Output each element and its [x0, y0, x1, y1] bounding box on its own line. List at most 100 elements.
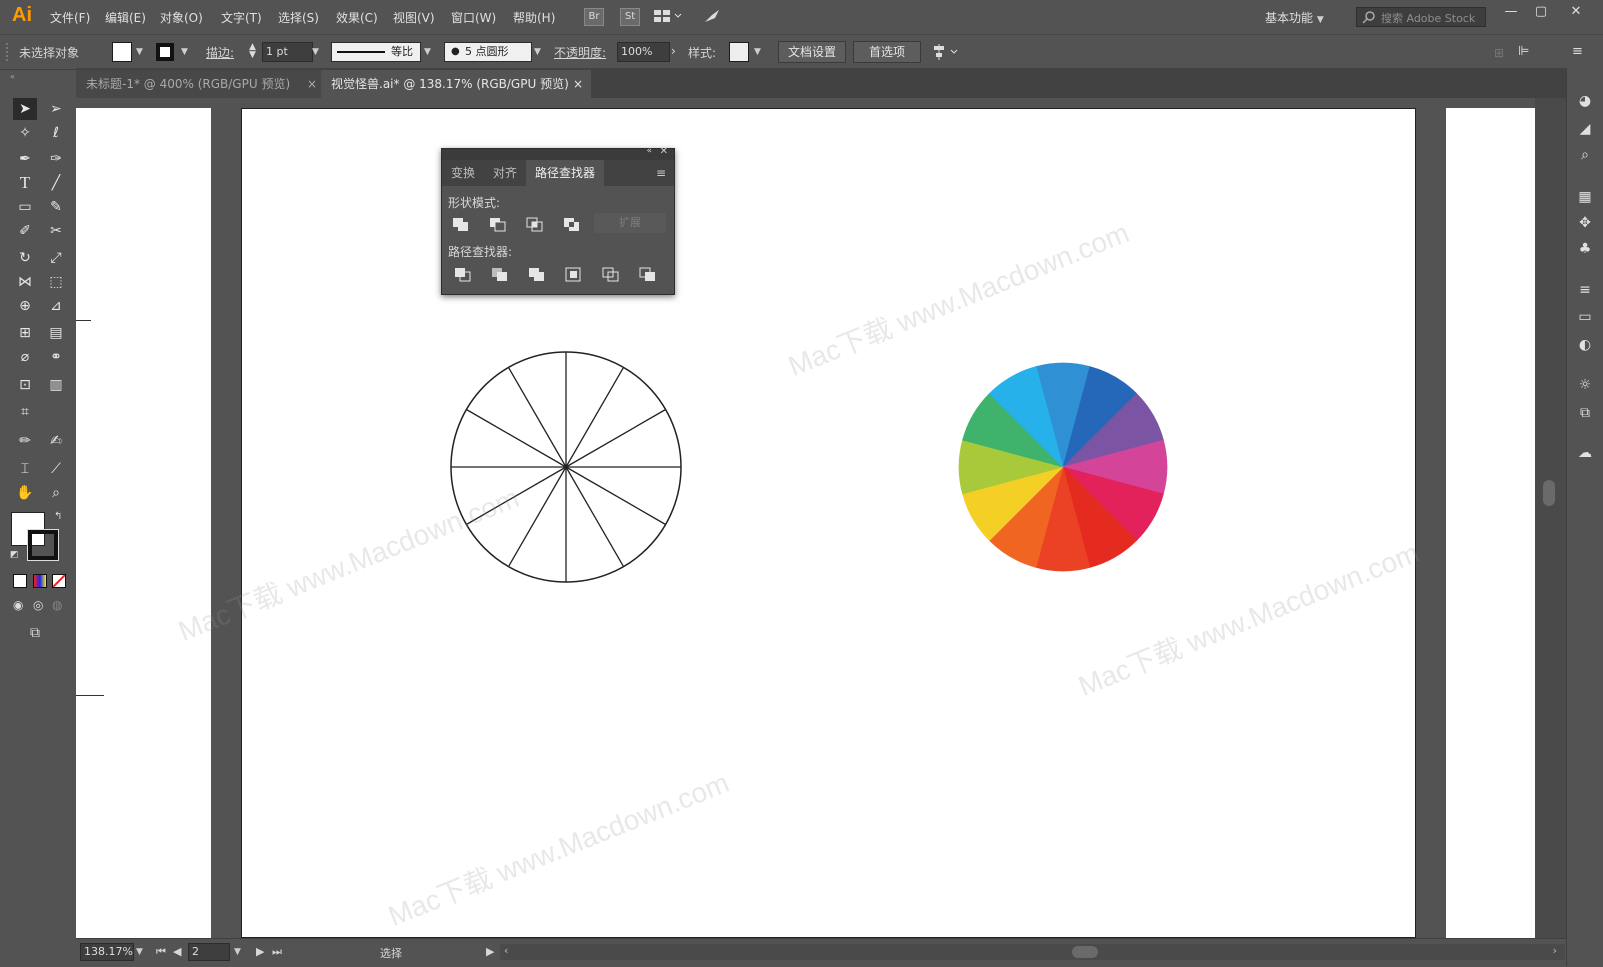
stroke-color-swatch[interactable] — [27, 529, 59, 561]
divide-icon[interactable] — [454, 267, 472, 283]
minimize-button[interactable]: — — [1498, 4, 1524, 22]
opacity-label[interactable]: 不透明度: — [554, 44, 606, 61]
scroll-left-icon[interactable]: ‹ — [504, 944, 508, 957]
outline-spoke[interactable] — [507, 466, 567, 567]
chevron-down-icon[interactable]: ▼ — [312, 47, 319, 57]
panel-header[interactable]: « ✕ — [442, 146, 674, 160]
scale-tool-icon[interactable]: ⤢ — [44, 247, 68, 269]
outline-spoke[interactable] — [507, 367, 567, 468]
menu-file[interactable]: 文件(F) — [50, 9, 90, 26]
brushes-icon[interactable]: ✥ — [1576, 214, 1594, 232]
artboard-right[interactable] — [1446, 108, 1535, 938]
grip-icon[interactable] — [6, 43, 12, 61]
canvas-area[interactable]: Mac下载 www.Macdown.com Mac下载 www.Macdown.… — [76, 98, 1535, 938]
direct-selection-tool-icon[interactable]: ➢ — [44, 98, 68, 120]
next-artboard-icon[interactable]: ▶ — [256, 945, 264, 958]
close-tab-icon[interactable]: × — [573, 70, 583, 98]
document-setup-button[interactable]: 文档设置 — [778, 41, 846, 63]
outline-spoke[interactable] — [565, 408, 666, 468]
curvature-tool-icon[interactable]: ✑ — [44, 148, 68, 170]
eraser-feather-icon[interactable]: ✍ — [44, 430, 68, 452]
crop-icon[interactable] — [565, 267, 583, 283]
menu-effect[interactable]: 效果(C) — [336, 9, 378, 26]
graphic-style-swatch[interactable] — [729, 42, 749, 62]
screen-mode-icon[interactable]: ⧉ — [30, 625, 40, 641]
stepper-icon[interactable]: ▲ ▼ — [249, 43, 256, 60]
transform-icon[interactable]: ⊞ — [1494, 46, 1504, 60]
align-icon[interactable]: ⊫ — [1518, 44, 1529, 59]
pencil-tool-icon[interactable]: ✏ — [13, 430, 37, 452]
stroke-weight-input[interactable]: 1 pt — [262, 42, 313, 62]
unite-icon[interactable] — [452, 217, 470, 233]
gpu-performance-icon[interactable] — [703, 8, 721, 27]
artboard-left[interactable] — [76, 108, 211, 938]
draw-behind-icon[interactable]: ◎ — [33, 598, 43, 612]
color-guide-icon[interactable]: ◕ — [1576, 92, 1594, 110]
graphic-styles-icon[interactable]: ⧉ — [1576, 404, 1594, 422]
first-artboard-icon[interactable]: ⏮ — [156, 945, 166, 959]
rectangle-tool-icon[interactable]: ▭ — [13, 196, 37, 218]
tab-align[interactable]: 对齐 — [484, 160, 526, 186]
chevron-down-icon[interactable]: ▼ — [136, 947, 143, 957]
menu-select[interactable]: 选择(S) — [278, 9, 319, 26]
scroll-thumb[interactable] — [1543, 480, 1555, 506]
draw-normal-icon[interactable]: ◉ — [13, 598, 23, 612]
stroke-swatch[interactable] — [156, 43, 174, 61]
none-mode-icon[interactable] — [52, 574, 66, 588]
minus-front-icon[interactable] — [489, 217, 507, 233]
tab-transform[interactable]: 变换 — [442, 160, 484, 186]
tab-pathfinder[interactable]: 路径查找器 — [526, 160, 605, 186]
magic-wand-icon[interactable]: ✧ — [13, 122, 37, 144]
outline-icon[interactable] — [602, 267, 620, 283]
stock-search-input[interactable]: 搜索 Adobe Stock — [1356, 7, 1486, 27]
outline-spoke[interactable] — [466, 408, 567, 468]
menu-edit[interactable]: 编辑(E) — [105, 9, 146, 26]
outline-spoke[interactable] — [565, 466, 666, 526]
chevron-down-icon[interactable]: ▼ — [136, 47, 143, 57]
last-artboard-icon[interactable]: ⏭ — [272, 945, 282, 959]
close-tab-icon[interactable]: × — [307, 70, 317, 98]
mesh-tool-icon[interactable]: ⊞ — [13, 322, 37, 344]
line-tool-icon[interactable]: ╱ — [44, 172, 68, 194]
paintbrush-icon[interactable]: ✎ — [44, 196, 68, 218]
brush-definition[interactable]: ● 5 点圆形 — [444, 42, 532, 62]
outline-spoke[interactable] — [565, 367, 625, 468]
variable-width-profile[interactable]: 等比 — [331, 42, 421, 62]
menu-object[interactable]: 对象(O) — [160, 9, 203, 26]
previous-artboard-icon[interactable]: ◀ — [173, 945, 181, 958]
transparency-icon[interactable]: ◐ — [1576, 336, 1594, 354]
artboard-number-input[interactable]: 2 — [188, 943, 230, 961]
exclude-icon[interactable] — [563, 217, 581, 233]
panel-menu-icon[interactable]: ≡ — [1572, 44, 1583, 59]
collapse-panel-icon[interactable]: « — [646, 146, 652, 156]
align-options-icon[interactable] — [932, 43, 962, 64]
close-panel-icon[interactable]: ✕ — [660, 146, 668, 157]
swatches-icon[interactable]: ▦ — [1576, 188, 1594, 206]
scroll-thumb[interactable] — [1072, 946, 1098, 958]
merge-icon[interactable] — [528, 267, 546, 283]
default-colors-icon[interactable]: ◩ — [10, 550, 19, 560]
slice-tool-icon[interactable]: ⌶ — [13, 458, 37, 480]
maximize-button[interactable]: ▢ — [1528, 4, 1554, 22]
bridge-button[interactable]: Br — [584, 8, 604, 26]
status-menu-icon[interactable]: ▶ — [486, 945, 494, 958]
minus-back-icon[interactable] — [639, 267, 657, 283]
chevron-down-icon[interactable]: ▼ — [754, 47, 761, 57]
color-wheel[interactable] — [955, 359, 1171, 575]
menu-window[interactable]: 窗口(W) — [451, 9, 496, 26]
gradient-tool-icon[interactable]: ▤ — [44, 322, 68, 344]
blend-tool-icon[interactable]: ⚭ — [44, 346, 68, 368]
close-button[interactable]: ✕ — [1563, 4, 1589, 22]
workspace-switcher[interactable]: 基本功能 ▼ — [1265, 9, 1324, 26]
outline-spoke[interactable] — [565, 466, 625, 567]
shaper-tool-icon[interactable]: ✐ — [13, 220, 37, 242]
tab-untitled[interactable]: 未标题-1* @ 400% (RGB/GPU 预览) × — [76, 70, 325, 98]
menu-type[interactable]: 文字(T) — [221, 9, 262, 26]
menu-view[interactable]: 视图(V) — [393, 9, 435, 26]
measure-tool-icon[interactable]: ⟋ — [44, 458, 68, 480]
chevron-right-icon[interactable]: › — [671, 44, 676, 58]
shape-builder-icon[interactable]: ⊕ — [13, 295, 37, 317]
tab-visual-monster[interactable]: 视觉怪兽.ai* @ 138.17% (RGB/GPU 预览) × — [321, 70, 591, 98]
libraries-icon[interactable]: ⌕ — [1576, 146, 1594, 164]
scissors-icon[interactable]: ✂ — [44, 220, 68, 242]
